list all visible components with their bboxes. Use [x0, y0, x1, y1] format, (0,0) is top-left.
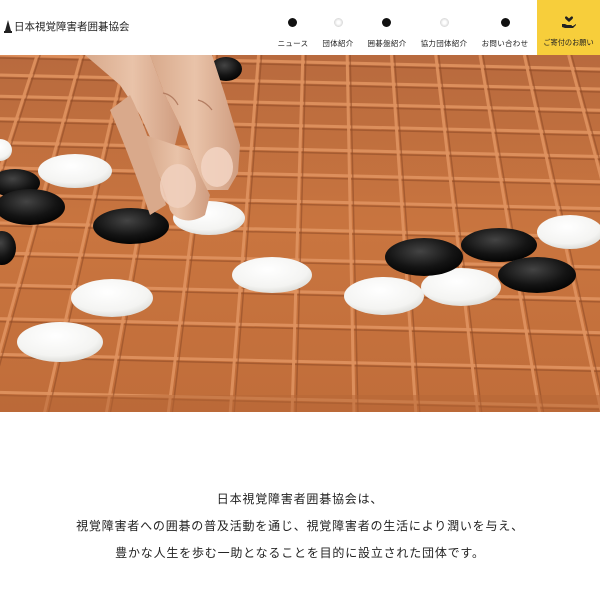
nav-item-about[interactable]: 団体紹介	[311, 0, 365, 55]
nav-item-partners[interactable]: 協力団体紹介	[417, 0, 471, 55]
black-stone-icon	[501, 18, 510, 27]
nav-item-board[interactable]: 囲碁盤紹介	[360, 0, 414, 55]
white-stone-icon	[334, 18, 343, 27]
intro-text: 日本視覚障害者囲碁協会は、 視覚障害者への囲碁の普及活動を通じ、視覚障害者の生活…	[0, 486, 600, 567]
nav-item-contact[interactable]: お問い合わせ	[478, 0, 532, 55]
black-stone-icon	[382, 18, 391, 27]
black-stone-icon	[288, 18, 297, 27]
nav-label-contact: お問い合わせ	[481, 39, 529, 48]
hand-heart-icon	[562, 16, 576, 28]
white-stone-icon	[440, 18, 449, 27]
go-board-photo	[0, 55, 600, 412]
nav-label-board: 囲碁盤紹介	[367, 39, 407, 48]
main-nav: ニュース 団体紹介 囲碁盤紹介 協力団体紹介 お問い合わせ	[0, 0, 600, 55]
donate-label: ご寄付のお願い	[543, 38, 594, 47]
intro-line-1: 日本視覚障害者囲碁協会は、	[216, 492, 384, 506]
intro-line-3: 豊かな人生を歩む一助となることを目的に設立された団体です。	[115, 546, 485, 560]
donate-button[interactable]: ご寄付のお願い	[537, 0, 600, 55]
nav-label-about: 団体紹介	[322, 39, 354, 48]
nav-label-news: ニュース	[277, 39, 309, 48]
nav-label-partners: 協力団体紹介	[420, 39, 468, 48]
hero-image	[0, 55, 600, 412]
intro-line-2: 視覚障害者への囲碁の普及活動を通じ、視覚障害者の生活により潤いを与え、	[76, 519, 524, 533]
site-header: 日本視覚障害者囲碁協会 ニュース 団体紹介 囲碁盤紹介 協力団体紹介 お問い合わ…	[0, 0, 600, 55]
